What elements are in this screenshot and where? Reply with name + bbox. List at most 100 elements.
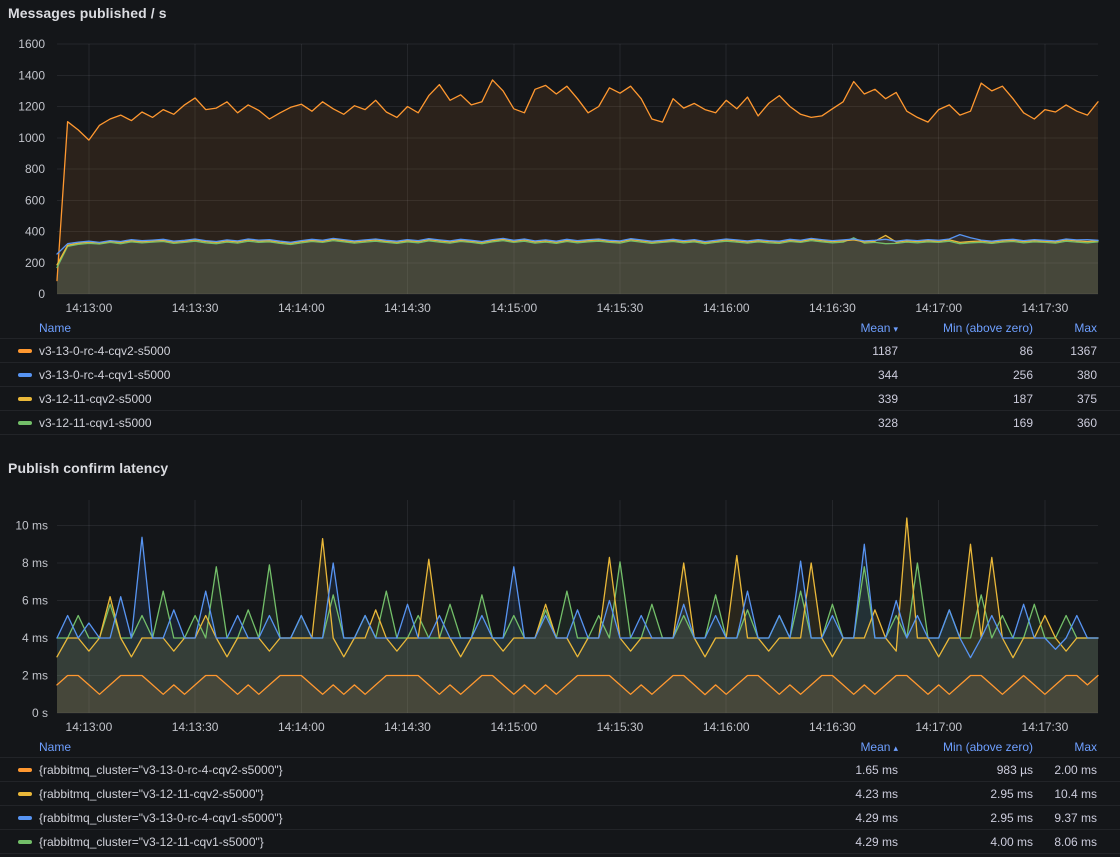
x-axis-tick-label: 14:17:00 [915,720,962,734]
series-color-swatch [18,349,32,353]
legend-series-toggle[interactable]: {rabbitmq_cluster="v3-13-0-rc-4-cqv2-s50… [18,763,778,777]
legend-max-value: 1367 [1033,344,1097,358]
series-color-swatch [18,840,32,844]
x-axis-tick-label: 14:17:00 [915,301,962,315]
legend-max-value: 380 [1033,368,1097,382]
y-axis-tick-label: 6 ms [22,594,48,608]
legend-max-value: 10.4 ms [1033,787,1097,801]
legend-row: {rabbitmq_cluster="v3-12-11-cqv2-s5000"}… [0,782,1120,806]
legend-mean-value: 4.29 ms [778,835,898,849]
legend-messages-published: Name Mean▾ Min (above zero) Max v3-13-0-… [0,318,1120,435]
legend-row: v3-13-0-rc-4-cqv1-s5000 344 256 380 [0,363,1120,387]
x-axis-tick-label: 14:14:30 [384,301,431,315]
legend-min-value: 2.95 ms [898,787,1033,801]
legend-mean-value: 4.23 ms [778,787,898,801]
series-color-swatch [18,792,32,796]
legend-row: v3-12-11-cqv2-s5000 339 187 375 [0,387,1120,411]
legend-mean-value: 328 [778,416,898,430]
x-axis-tick-label: 14:13:30 [172,720,219,734]
legend-min-value: 2.95 ms [898,811,1033,825]
legend-publish-confirm-latency: Name Mean▴ Min (above zero) Max {rabbitm… [0,737,1120,854]
legend-header-name[interactable]: Name [39,321,778,335]
y-axis-tick-label: 1400 [18,68,45,82]
legend-series-toggle[interactable]: {rabbitmq_cluster="v3-13-0-rc-4-cqv1-s50… [18,811,778,825]
legend-header-max[interactable]: Max [1033,740,1097,754]
legend-header-row: Name Mean▾ Min (above zero) Max [0,318,1120,339]
legend-series-toggle[interactable]: v3-12-11-cqv1-s5000 [18,416,778,430]
legend-header-min[interactable]: Min (above zero) [898,740,1033,754]
legend-mean-value: 1187 [778,344,898,358]
series-color-swatch [18,421,32,425]
legend-row: {rabbitmq_cluster="v3-13-0-rc-4-cqv1-s50… [0,806,1120,830]
legend-mean-value: 4.29 ms [778,811,898,825]
x-axis-tick-label: 14:13:00 [66,301,113,315]
y-axis-tick-label: 1600 [18,37,45,51]
legend-row: v3-13-0-rc-4-cqv2-s5000 1187 86 1367 [0,339,1120,363]
x-axis-tick-label: 14:15:00 [490,720,537,734]
series-color-swatch [18,816,32,820]
legend-series-toggle[interactable]: v3-12-11-cqv2-s5000 [18,392,778,406]
grafana-dashboard: { "panels": [ { "title": "Messages publi… [0,0,1120,857]
legend-header-name[interactable]: Name [39,740,778,754]
x-axis-tick-label: 14:16:00 [703,720,750,734]
x-axis-tick-label: 14:16:00 [703,301,750,315]
legend-header-min[interactable]: Min (above zero) [898,321,1033,335]
y-axis-tick-label: 800 [25,162,45,176]
legend-max-value: 375 [1033,392,1097,406]
y-axis-tick-label: 10 ms [15,519,48,533]
y-axis-tick-label: 8 ms [22,556,48,570]
legend-max-value: 360 [1033,416,1097,430]
x-axis-tick-label: 14:14:00 [278,301,325,315]
legend-max-value: 9.37 ms [1033,811,1097,825]
legend-min-value: 983 µs [898,763,1033,777]
legend-max-value: 8.06 ms [1033,835,1097,849]
panel-title-messages-published[interactable]: Messages published / s [8,5,167,21]
series-color-swatch [18,373,32,377]
y-axis-tick-label: 2 ms [22,669,48,683]
x-axis-tick-label: 14:13:30 [172,301,219,315]
x-axis-tick-label: 14:14:00 [278,720,325,734]
series-color-swatch [18,768,32,772]
y-axis-tick-label: 4 ms [22,631,48,645]
legend-header-max[interactable]: Max [1033,321,1097,335]
legend-min-value: 169 [898,416,1033,430]
y-axis-tick-label: 1200 [18,100,45,114]
panel-title-publish-confirm-latency[interactable]: Publish confirm latency [8,460,168,476]
x-axis-tick-label: 14:17:30 [1022,720,1069,734]
x-axis-tick-label: 14:15:30 [597,301,644,315]
y-axis-tick-label: 600 [25,193,45,207]
legend-min-value: 4.00 ms [898,835,1033,849]
x-axis-tick-label: 14:17:30 [1022,301,1069,315]
messages-published-chart[interactable]: 0 200 400 600 800 1000 1200 1400 1600 14:13:00 14:… [0,36,1120,318]
series-color-swatch [18,397,32,401]
legend-series-toggle[interactable]: {rabbitmq_cluster="v3-12-11-cqv2-s5000"} [18,787,778,801]
legend-min-value: 86 [898,344,1033,358]
legend-header-mean[interactable]: Mean▴ [778,740,898,754]
x-axis-tick-label: 14:14:30 [384,720,431,734]
y-axis-tick-label: 200 [25,256,45,270]
legend-row: v3-12-11-cqv1-s5000 328 169 360 [0,411,1120,435]
legend-row: {rabbitmq_cluster="v3-12-11-cqv1-s5000"}… [0,830,1120,854]
legend-header-mean[interactable]: Mean▾ [778,321,898,335]
x-axis-tick-label: 14:13:00 [66,720,113,734]
legend-max-value: 2.00 ms [1033,763,1097,777]
publish-confirm-latency-chart[interactable]: 0 s 2 ms 4 ms 6 ms 8 ms 10 ms 14:13:00 14:13:30… [0,485,1120,735]
legend-mean-value: 339 [778,392,898,406]
x-axis-tick-label: 14:15:00 [490,301,537,315]
x-axis-tick-label: 14:16:30 [809,720,856,734]
legend-series-toggle[interactable]: v3-13-0-rc-4-cqv1-s5000 [18,368,778,382]
y-axis-tick-label: 400 [25,225,45,239]
legend-min-value: 187 [898,392,1033,406]
y-axis-tick-label: 1000 [18,131,45,145]
legend-header-row: Name Mean▴ Min (above zero) Max [0,737,1120,758]
x-axis-tick-label: 14:15:30 [597,720,644,734]
legend-series-toggle[interactable]: v3-13-0-rc-4-cqv2-s5000 [18,344,778,358]
legend-row: {rabbitmq_cluster="v3-13-0-rc-4-cqv2-s50… [0,758,1120,782]
legend-mean-value: 344 [778,368,898,382]
legend-min-value: 256 [898,368,1033,382]
x-axis-tick-label: 14:16:30 [809,301,856,315]
legend-series-toggle[interactable]: {rabbitmq_cluster="v3-12-11-cqv1-s5000"} [18,835,778,849]
legend-mean-value: 1.65 ms [778,763,898,777]
y-axis-tick-label: 0 s [32,706,48,720]
y-axis-tick-label: 0 [38,287,45,301]
